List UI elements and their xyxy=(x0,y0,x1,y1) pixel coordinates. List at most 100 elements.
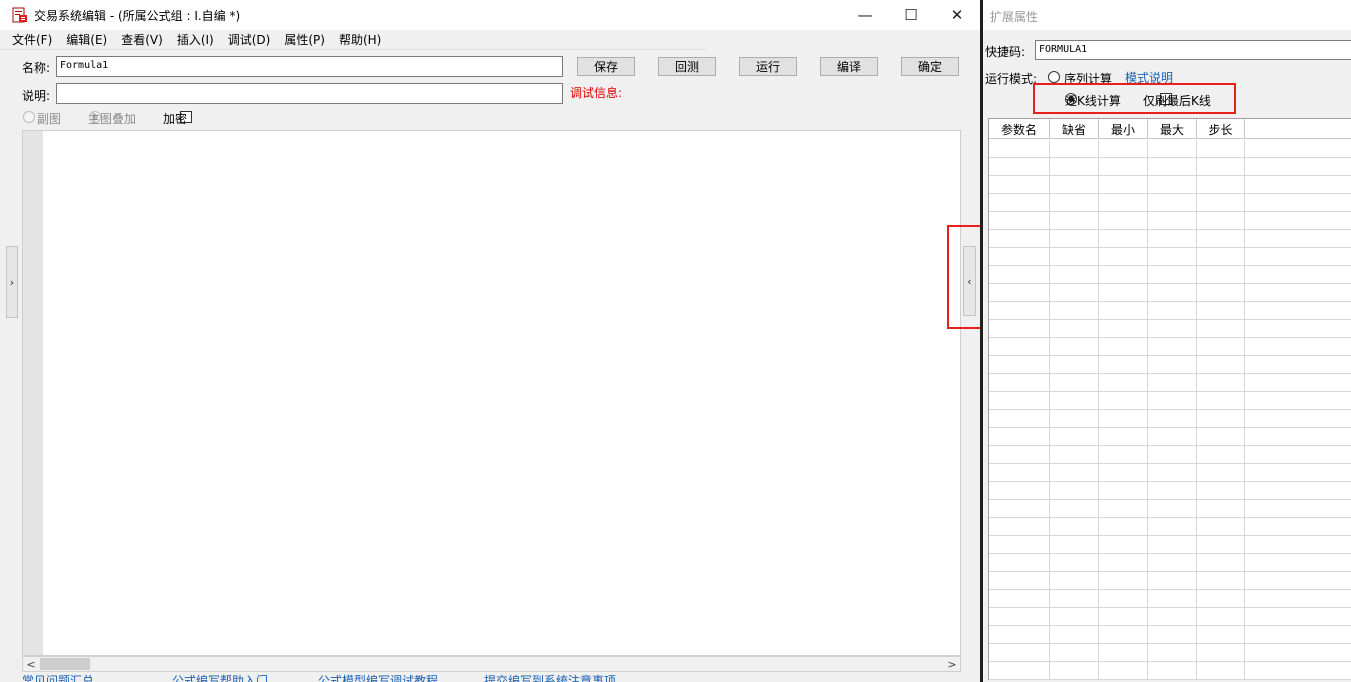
menu-debug[interactable]: 调试(D) xyxy=(223,31,278,48)
submission-notes-link[interactable]: 提交编写到系统注意事项 xyxy=(484,674,616,682)
table-cell[interactable] xyxy=(1197,446,1245,463)
table-cell[interactable] xyxy=(1050,428,1099,445)
table-row[interactable] xyxy=(989,518,1351,536)
table-row[interactable] xyxy=(989,248,1351,266)
table-cell[interactable] xyxy=(989,572,1050,589)
table-cell[interactable] xyxy=(1148,266,1197,283)
table-cell[interactable] xyxy=(1197,464,1245,481)
table-cell[interactable] xyxy=(1148,158,1197,175)
table-cell[interactable] xyxy=(1148,356,1197,373)
table-cell[interactable] xyxy=(989,662,1050,679)
table-row[interactable] xyxy=(989,320,1351,338)
maximize-button[interactable]: ☐ xyxy=(888,0,934,30)
table-cell[interactable] xyxy=(1099,446,1148,463)
scroll-right-icon[interactable]: > xyxy=(944,657,960,671)
table-cell[interactable] xyxy=(1148,464,1197,481)
table-cell[interactable] xyxy=(1148,410,1197,427)
column-header-max[interactable]: 最大 xyxy=(1148,119,1197,139)
table-cell[interactable] xyxy=(989,644,1050,661)
menu-view[interactable]: 查看(V) xyxy=(116,31,170,48)
table-cell[interactable] xyxy=(1099,284,1148,301)
vertical-scroll-track[interactable] xyxy=(961,130,980,672)
table-cell[interactable] xyxy=(989,554,1050,571)
table-cell[interactable] xyxy=(1197,662,1245,679)
table-cell[interactable] xyxy=(1197,266,1245,283)
table-cell[interactable] xyxy=(1099,626,1148,643)
table-cell[interactable] xyxy=(1099,590,1148,607)
formula-help-link[interactable]: 公式编写帮助入门 xyxy=(172,674,268,682)
menu-file[interactable]: 文件(F) xyxy=(7,31,59,48)
table-row[interactable] xyxy=(989,482,1351,500)
table-row[interactable] xyxy=(989,338,1351,356)
table-cell[interactable] xyxy=(1197,302,1245,319)
table-cell[interactable] xyxy=(1148,194,1197,211)
table-cell[interactable] xyxy=(1148,572,1197,589)
ok-button[interactable]: 确定 xyxy=(901,57,959,76)
table-cell[interactable] xyxy=(1050,266,1099,283)
table-cell[interactable] xyxy=(1050,464,1099,481)
table-cell[interactable] xyxy=(1148,320,1197,337)
table-cell[interactable] xyxy=(1197,338,1245,355)
table-cell[interactable] xyxy=(1099,644,1148,661)
table-cell[interactable] xyxy=(1050,302,1099,319)
table-cell[interactable] xyxy=(1050,518,1099,535)
table-cell[interactable] xyxy=(1099,212,1148,229)
horizontal-scrollbar[interactable]: < > xyxy=(22,656,961,672)
table-row[interactable] xyxy=(989,644,1351,662)
description-input[interactable] xyxy=(56,83,563,104)
table-cell[interactable] xyxy=(1148,662,1197,679)
table-cell[interactable] xyxy=(989,284,1050,301)
table-cell[interactable] xyxy=(1050,482,1099,499)
expand-left-panel-toggle[interactable]: › xyxy=(6,246,18,318)
table-cell[interactable] xyxy=(1099,500,1148,517)
table-row[interactable] xyxy=(989,410,1351,428)
table-row[interactable] xyxy=(989,176,1351,194)
table-row[interactable] xyxy=(989,212,1351,230)
table-cell[interactable] xyxy=(1148,212,1197,229)
table-cell[interactable] xyxy=(1050,590,1099,607)
table-cell[interactable] xyxy=(1099,230,1148,247)
table-cell[interactable] xyxy=(989,230,1050,247)
table-row[interactable] xyxy=(989,662,1351,680)
table-row[interactable] xyxy=(989,284,1351,302)
faq-link[interactable]: 常见问题汇总 xyxy=(22,674,94,682)
table-cell[interactable] xyxy=(1148,230,1197,247)
table-cell[interactable] xyxy=(1148,554,1197,571)
table-cell[interactable] xyxy=(1050,392,1099,409)
table-row[interactable] xyxy=(989,590,1351,608)
table-row[interactable] xyxy=(989,140,1351,158)
table-cell[interactable] xyxy=(1148,248,1197,265)
table-cell[interactable] xyxy=(989,608,1050,625)
column-header-default[interactable]: 缺省 xyxy=(1050,119,1099,139)
table-cell[interactable] xyxy=(1099,428,1148,445)
table-cell[interactable] xyxy=(1197,626,1245,643)
table-cell[interactable] xyxy=(1197,320,1245,337)
table-cell[interactable] xyxy=(1099,374,1148,391)
table-cell[interactable] xyxy=(1197,428,1245,445)
menu-edit[interactable]: 编辑(E) xyxy=(61,31,114,48)
table-cell[interactable] xyxy=(1148,608,1197,625)
table-cell[interactable] xyxy=(989,320,1050,337)
table-cell[interactable] xyxy=(1197,554,1245,571)
table-cell[interactable] xyxy=(989,248,1050,265)
table-cell[interactable] xyxy=(1148,374,1197,391)
table-cell[interactable] xyxy=(1099,266,1148,283)
table-cell[interactable] xyxy=(1148,140,1197,157)
table-cell[interactable] xyxy=(1099,158,1148,175)
table-cell[interactable] xyxy=(989,356,1050,373)
table-row[interactable] xyxy=(989,392,1351,410)
table-cell[interactable] xyxy=(1148,482,1197,499)
table-row[interactable] xyxy=(989,608,1351,626)
table-cell[interactable] xyxy=(1197,284,1245,301)
table-cell[interactable] xyxy=(1197,248,1245,265)
table-row[interactable] xyxy=(989,572,1351,590)
table-cell[interactable] xyxy=(989,500,1050,517)
table-cell[interactable] xyxy=(1197,644,1245,661)
table-cell[interactable] xyxy=(1197,176,1245,193)
table-cell[interactable] xyxy=(1197,590,1245,607)
table-cell[interactable] xyxy=(989,482,1050,499)
scroll-left-icon[interactable]: < xyxy=(23,657,39,671)
table-cell[interactable] xyxy=(1050,320,1099,337)
table-cell[interactable] xyxy=(1099,464,1148,481)
table-cell[interactable] xyxy=(1099,482,1148,499)
